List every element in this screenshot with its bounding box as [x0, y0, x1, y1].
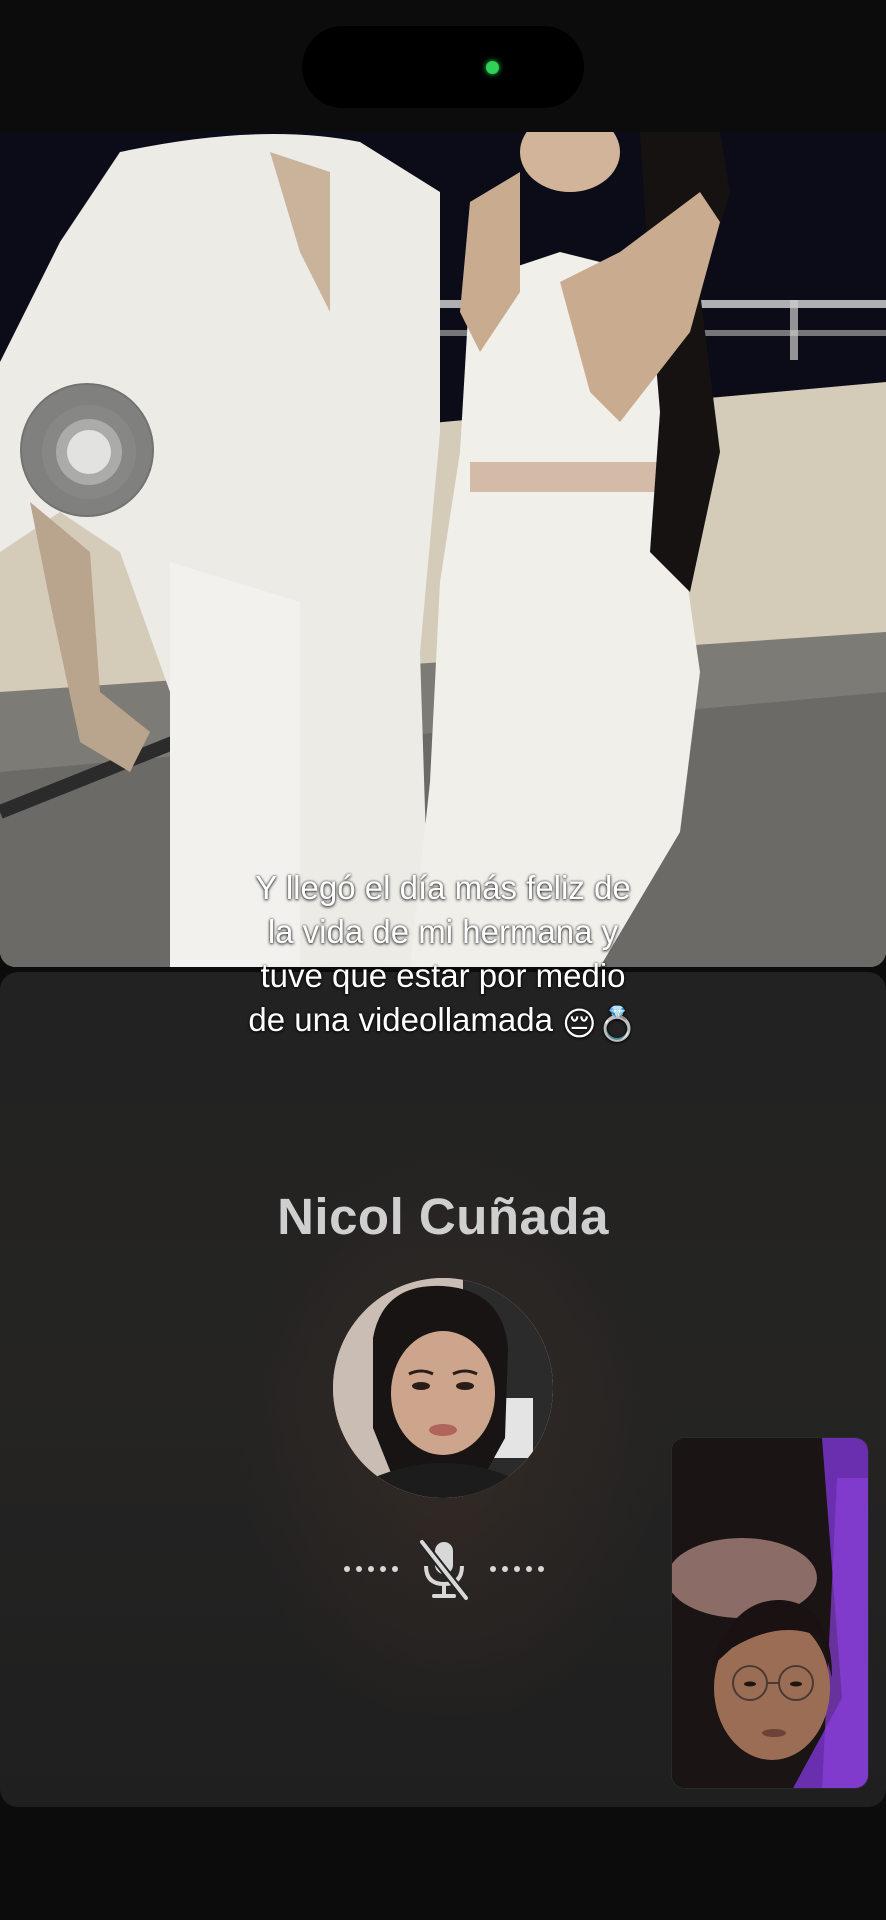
- caption-line: la vida de mi hermana y: [267, 913, 619, 950]
- audio-level-dots-right: [490, 1566, 544, 1572]
- avatar-photo: [333, 1278, 553, 1498]
- video-caption: Y llegó el día más feliz de la vida de m…: [143, 866, 743, 1046]
- assistive-touch-button[interactable]: [20, 383, 154, 517]
- self-view-frame: [672, 1438, 868, 1788]
- self-view-video[interactable]: [671, 1437, 869, 1789]
- caption-emojis: 😔💍: [562, 1005, 638, 1042]
- remote-video-frame: [0, 132, 886, 967]
- dynamic-island: [302, 26, 584, 108]
- mute-indicator: [344, 1538, 544, 1602]
- caption-line: Y llegó el día más feliz de: [255, 869, 631, 906]
- mic-off-icon: [416, 1538, 472, 1602]
- caption-line-last: de una videollamada 😔💍: [143, 998, 743, 1046]
- caption-line: de una videollamada: [248, 1001, 553, 1038]
- remote-video-feed[interactable]: [0, 132, 886, 967]
- audio-level-dots-left: [344, 1566, 398, 1572]
- caption-line: tuve que estar por medio: [260, 957, 626, 994]
- caller-name: Nicol Cuñada: [277, 1188, 609, 1245]
- caller-avatar[interactable]: [333, 1278, 553, 1498]
- facetime-call-screen: Y llegó el día más feliz de la vida de m…: [0, 0, 886, 1920]
- camera-in-use-indicator: [486, 61, 499, 74]
- assistive-touch-center: [67, 430, 111, 474]
